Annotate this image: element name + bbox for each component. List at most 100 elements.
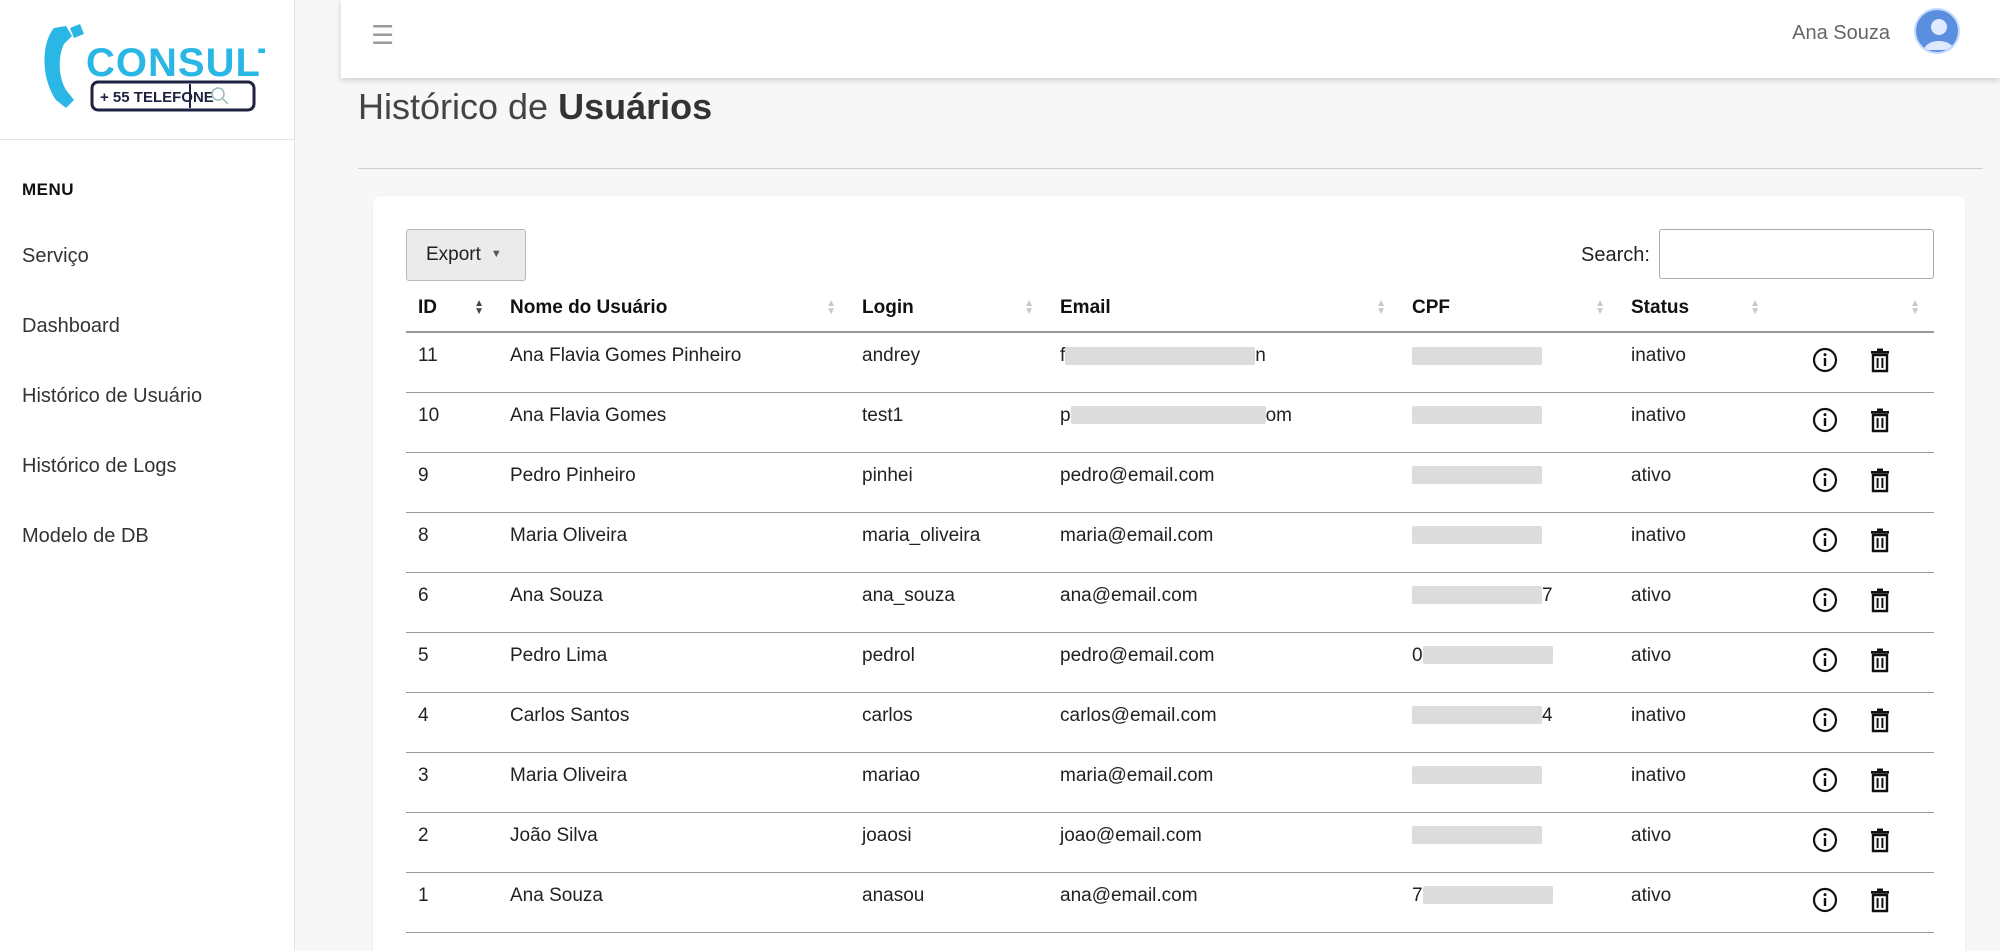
info-icon[interactable] bbox=[1812, 347, 1838, 373]
table-row[interactable]: 11 Ana Flavia Gomes Pinheiro andrey fn i… bbox=[406, 332, 1934, 393]
trash-icon[interactable] bbox=[1867, 767, 1893, 793]
redacted-email bbox=[1065, 346, 1256, 365]
sort-icon: ▲ ▼ bbox=[826, 298, 836, 317]
sidebar-item-modelo-db[interactable]: Modelo de DB bbox=[22, 525, 149, 548]
table-row[interactable]: 6 Ana Souza ana_souza ana@email.com 7 at… bbox=[406, 572, 1934, 633]
cell-cpf: 7 bbox=[1400, 572, 1619, 633]
info-icon[interactable] bbox=[1812, 587, 1838, 613]
cell-status: ativo bbox=[1619, 632, 1774, 693]
sidebar: CONSULTA + 55 TELEFONE MENU Serviço Dash… bbox=[0, 0, 295, 951]
email-value: joao@email.com bbox=[1060, 824, 1202, 846]
cell-actions bbox=[1774, 512, 1934, 573]
title-divider bbox=[358, 168, 1983, 169]
cell-id: 6 bbox=[406, 572, 498, 633]
users-table: ID ▲ ▼ Nome do Usuário ▲ ▼ Login ▲ ▼ Email ▲ ▼ C… bbox=[406, 284, 1934, 933]
cell-actions bbox=[1774, 452, 1934, 513]
consulta-logo[interactable]: CONSULTA + 55 TELEFONE bbox=[40, 20, 265, 116]
table-row[interactable]: 3 Maria Oliveira mariao maria@email.com … bbox=[406, 752, 1934, 813]
cell-name: Maria Oliveira bbox=[498, 512, 850, 573]
cell-status: ativo bbox=[1619, 452, 1774, 513]
email-value: maria@email.com bbox=[1060, 764, 1214, 786]
column-header-name[interactable]: Nome do Usuário ▲ ▼ bbox=[498, 284, 850, 333]
email-suffix: om bbox=[1265, 404, 1292, 426]
cell-actions bbox=[1774, 692, 1934, 753]
table-row[interactable]: 1 Ana Souza anasou ana@email.com 7 ativo bbox=[406, 872, 1934, 933]
trash-icon[interactable] bbox=[1867, 467, 1893, 493]
cell-email: fn bbox=[1048, 332, 1400, 393]
trash-icon[interactable] bbox=[1867, 887, 1893, 913]
info-icon[interactable] bbox=[1812, 827, 1838, 853]
table-row[interactable]: 9 Pedro Pinheiro pinhei pedro@email.com … bbox=[406, 452, 1934, 513]
cell-login: maria_oliveira bbox=[850, 512, 1048, 573]
trash-icon[interactable] bbox=[1867, 347, 1893, 373]
user-avatar-icon[interactable] bbox=[1914, 8, 1960, 54]
info-icon[interactable] bbox=[1812, 767, 1838, 793]
user-name[interactable]: Ana Souza bbox=[1792, 22, 1890, 45]
email-value: carlos@email.com bbox=[1060, 704, 1217, 726]
info-icon[interactable] bbox=[1812, 527, 1838, 553]
sidebar-item-historico-logs[interactable]: Histórico de Logs bbox=[22, 455, 177, 478]
cell-name: Ana Souza bbox=[498, 872, 850, 933]
cell-id: 11 bbox=[406, 332, 498, 393]
column-header-id[interactable]: ID ▲ ▼ bbox=[406, 284, 498, 333]
info-icon[interactable] bbox=[1812, 707, 1838, 733]
table-header-row: ID ▲ ▼ Nome do Usuário ▲ ▼ Login ▲ ▼ Email ▲ ▼ C… bbox=[406, 284, 1934, 333]
page-title-prefix: Histórico de bbox=[358, 86, 559, 127]
redacted-cpf bbox=[1412, 766, 1542, 785]
cpf-prefix: 0 bbox=[1412, 644, 1423, 666]
redacted-cpf bbox=[1412, 346, 1542, 365]
table-row[interactable]: 2 João Silva joaosi joao@email.com ativo bbox=[406, 812, 1934, 873]
trash-icon[interactable] bbox=[1867, 827, 1893, 853]
trash-icon[interactable] bbox=[1867, 707, 1893, 733]
redacted-cpf bbox=[1412, 826, 1542, 845]
sidebar-item-dashboard[interactable]: Dashboard bbox=[22, 315, 120, 338]
column-header-actions[interactable]: ▲ ▼ bbox=[1774, 284, 1934, 333]
cell-login: mariao bbox=[850, 752, 1048, 813]
trash-icon[interactable] bbox=[1867, 647, 1893, 673]
top-bar: ☰ Ana Souza bbox=[341, 0, 2000, 78]
sort-icon: ▲ ▼ bbox=[1595, 298, 1605, 317]
cell-email: pedro@email.com bbox=[1048, 452, 1400, 513]
column-header-login[interactable]: Login ▲ ▼ bbox=[850, 284, 1048, 333]
table-row[interactable]: 4 Carlos Santos carlos carlos@email.com … bbox=[406, 692, 1934, 753]
users-card: Export ▼ Search: ID ▲ ▼ Nome do Usuário ▲ ▼ L… bbox=[373, 196, 1965, 951]
cell-actions bbox=[1774, 752, 1934, 813]
cell-email: maria@email.com bbox=[1048, 512, 1400, 573]
hamburger-icon[interactable]: ☰ bbox=[371, 22, 394, 48]
export-button[interactable]: Export ▼ bbox=[406, 229, 526, 281]
info-icon[interactable] bbox=[1812, 467, 1838, 493]
table-row[interactable]: 8 Maria Oliveira maria_oliveira maria@em… bbox=[406, 512, 1934, 573]
cell-email: ana@email.com bbox=[1048, 872, 1400, 933]
info-icon[interactable] bbox=[1812, 887, 1838, 913]
redacted-cpf bbox=[1422, 886, 1553, 905]
info-icon[interactable] bbox=[1812, 407, 1838, 433]
email-value: maria@email.com bbox=[1060, 524, 1214, 546]
cell-id: 4 bbox=[406, 692, 498, 753]
cell-actions bbox=[1774, 392, 1934, 453]
search-label: Search: bbox=[1581, 244, 1650, 266]
cell-login: anasou bbox=[850, 872, 1048, 933]
cell-cpf bbox=[1400, 332, 1619, 393]
sidebar-item-servico[interactable]: Serviço bbox=[22, 245, 89, 268]
table-row[interactable]: 10 Ana Flavia Gomes test1 p om inativo bbox=[406, 392, 1934, 453]
cell-login: andrey bbox=[850, 332, 1048, 393]
svg-text:+ 55 TELEFONE: + 55 TELEFONE bbox=[100, 89, 214, 106]
cell-email: maria@email.com bbox=[1048, 752, 1400, 813]
table-row[interactable]: 5 Pedro Lima pedrol pedro@email.com 0 at… bbox=[406, 632, 1934, 693]
cell-status: ativo bbox=[1619, 572, 1774, 633]
trash-icon[interactable] bbox=[1867, 407, 1893, 433]
cell-status: inativo bbox=[1619, 512, 1774, 573]
column-header-email[interactable]: Email ▲ ▼ bbox=[1048, 284, 1400, 333]
search-input[interactable] bbox=[1659, 229, 1934, 279]
trash-icon[interactable] bbox=[1867, 527, 1893, 553]
sidebar-item-historico-usuario[interactable]: Histórico de Usuário bbox=[22, 385, 202, 408]
cell-name: Maria Oliveira bbox=[498, 752, 850, 813]
cell-status: inativo bbox=[1619, 332, 1774, 393]
info-icon[interactable] bbox=[1812, 647, 1838, 673]
trash-icon[interactable] bbox=[1867, 587, 1893, 613]
column-header-cpf[interactable]: CPF ▲ ▼ bbox=[1400, 284, 1619, 333]
cell-status: inativo bbox=[1619, 692, 1774, 753]
caret-down-icon: ▼ bbox=[490, 248, 502, 260]
column-header-status[interactable]: Status ▲ ▼ bbox=[1619, 284, 1774, 333]
cell-actions bbox=[1774, 572, 1934, 633]
